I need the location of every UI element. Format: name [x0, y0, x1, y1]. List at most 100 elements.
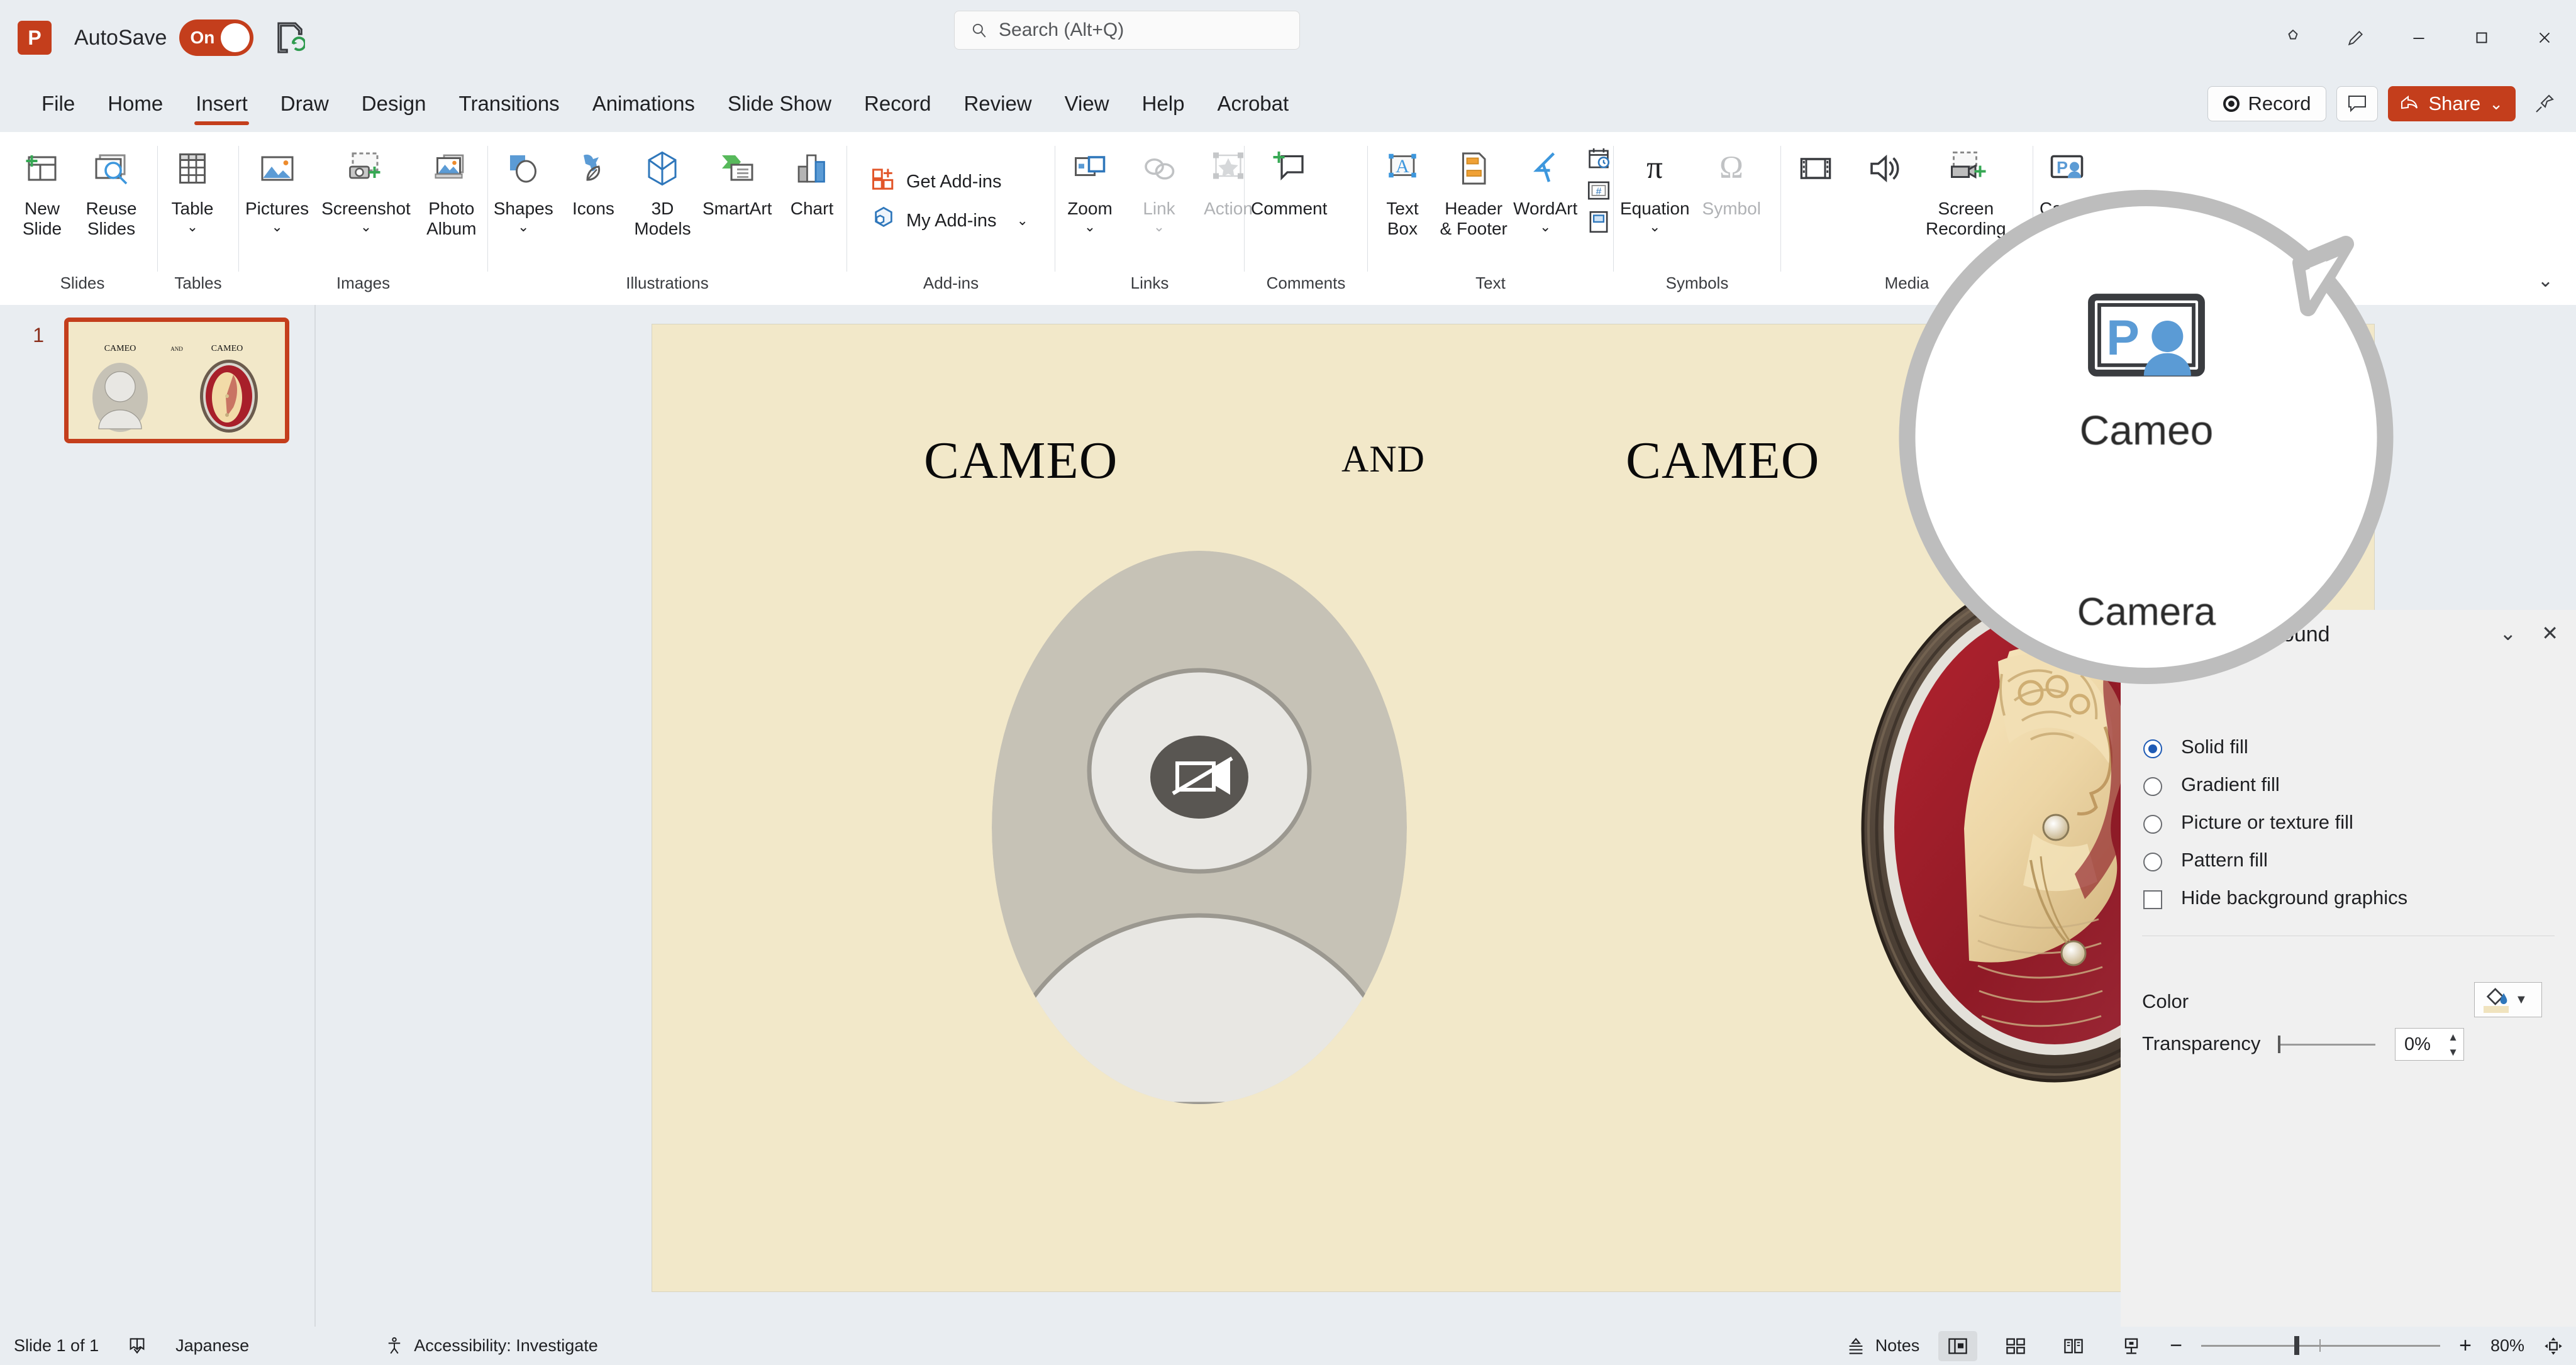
shapes-button[interactable]: Shapes ⌄: [488, 141, 558, 235]
pattern-fill-radio[interactable]: [2143, 853, 2162, 871]
reuse-slides-button[interactable]: Reuse Slides: [77, 141, 146, 239]
pane-options-chevron-icon[interactable]: ⌄: [2499, 621, 2516, 645]
comments-button[interactable]: [2336, 86, 2379, 121]
chart-button[interactable]: Chart: [777, 141, 847, 219]
icons-button[interactable]: Icons: [558, 141, 628, 219]
language-indicator[interactable]: Japanese: [175, 1336, 249, 1356]
chevron-down-icon[interactable]: ⌄: [187, 219, 198, 235]
chevron-down-icon[interactable]: ⌄: [518, 219, 529, 235]
zoom-out-button[interactable]: −: [2170, 1334, 2182, 1358]
wordart-button[interactable]: WordArt ⌄: [1510, 141, 1580, 235]
hide-background-graphics-checkbox[interactable]: [2143, 890, 2162, 909]
ribbon-display-options-icon[interactable]: [2526, 86, 2563, 121]
gradient-fill-radio[interactable]: [2143, 777, 2162, 796]
accessibility-status[interactable]: Accessibility: Investigate: [385, 1336, 598, 1356]
chevron-down-icon[interactable]: ⌄: [1016, 213, 1028, 229]
cameo-placeholder[interactable]: [992, 551, 1407, 1104]
chevron-down-icon[interactable]: ⌄: [1540, 219, 1551, 235]
transparency-slider[interactable]: [2278, 1044, 2375, 1046]
tab-slide-show[interactable]: Slide Show: [711, 75, 848, 132]
object-icon[interactable]: [1584, 207, 1613, 236]
tab-transitions[interactable]: Transitions: [443, 75, 576, 132]
new-slide-button[interactable]: New Slide: [8, 141, 77, 239]
screenshot-button[interactable]: Screenshot ⌄: [315, 141, 417, 235]
my-addins-button[interactable]: My Add-ins ⌄: [863, 201, 1035, 240]
close-button[interactable]: [2513, 0, 2576, 75]
tab-draw[interactable]: Draw: [264, 75, 345, 132]
slide-title-and[interactable]: AND: [1341, 438, 1425, 481]
audio-button[interactable]: [1850, 141, 1919, 196]
fit-slide-icon[interactable]: [2543, 1336, 2563, 1356]
smartart-button[interactable]: SmartArt: [697, 141, 777, 219]
pen-icon[interactable]: [2324, 0, 2387, 75]
autosave-toggle[interactable]: On: [179, 19, 254, 56]
solid-fill-radio[interactable]: [2143, 739, 2162, 758]
tab-review[interactable]: Review: [947, 75, 1048, 132]
collapse-ribbon-icon[interactable]: ⌄: [2538, 270, 2553, 292]
notes-button[interactable]: Notes: [1846, 1336, 1919, 1356]
get-addins-button[interactable]: Get Add-ins: [863, 162, 1008, 201]
chevron-down-icon[interactable]: ⌄: [1649, 219, 1660, 235]
spinner-arrows[interactable]: ▲ ▼: [2448, 1029, 2458, 1061]
tab-animations[interactable]: Animations: [576, 75, 711, 132]
chevron-down-icon[interactable]: ⌄: [271, 219, 282, 235]
screen-recording-button[interactable]: Screen Recording: [1919, 141, 2012, 239]
new-comment-button[interactable]: Comment: [1245, 141, 1333, 219]
slide-number-icon[interactable]: #: [1584, 176, 1613, 205]
zoom-icon: [1067, 141, 1113, 196]
header-footer-button[interactable]: Header & Footer: [1437, 141, 1510, 239]
pictures-button[interactable]: Pictures ⌄: [239, 141, 315, 235]
text-box-button[interactable]: A Text Box: [1368, 141, 1437, 239]
transparency-input[interactable]: 0% ▲ ▼: [2395, 1028, 2464, 1061]
record-button[interactable]: Record: [2207, 86, 2327, 121]
share-caret-icon[interactable]: ⌄: [2489, 94, 2503, 114]
photo-album-button[interactable]: Photo Album: [417, 141, 486, 239]
tab-home[interactable]: Home: [91, 75, 179, 132]
slide-title-cameo-right[interactable]: CAMEO: [1626, 430, 1819, 491]
chevron-down-icon[interactable]: ⌄: [360, 219, 372, 235]
table-button[interactable]: Table ⌄: [158, 141, 227, 235]
save-refresh-icon[interactable]: [276, 21, 307, 54]
slide-show-button[interactable]: [2112, 1331, 2151, 1361]
ribbon-group-text: A Text Box Header & Footer WordArt ⌄ # T…: [1368, 132, 1613, 298]
restore-button[interactable]: [2450, 0, 2513, 75]
zoom-button[interactable]: Zoom ⌄: [1055, 141, 1124, 235]
copilot-icon[interactable]: [2262, 0, 2324, 75]
tab-insert[interactable]: Insert: [179, 75, 264, 132]
video-button[interactable]: [1781, 141, 1850, 196]
date-time-icon[interactable]: [1584, 145, 1613, 174]
zoom-slider-thumb[interactable]: [2294, 1336, 2300, 1355]
spinner-down-icon[interactable]: ▼: [2448, 1046, 2458, 1059]
pane-close-icon[interactable]: ✕: [2541, 621, 2558, 645]
spellcheck-icon[interactable]: [128, 1337, 147, 1356]
tab-help[interactable]: Help: [1126, 75, 1201, 132]
search-input[interactable]: Search (Alt+Q): [954, 11, 1300, 50]
fill-bucket-icon: [2482, 986, 2510, 1013]
tab-record[interactable]: Record: [848, 75, 947, 132]
slide-sorter-view-button[interactable]: [1996, 1331, 2035, 1361]
spinner-up-icon[interactable]: ▲: [2448, 1031, 2458, 1044]
slide-thumbnail-1[interactable]: CAMEO AND CAMEO: [64, 318, 289, 443]
color-dropdown-caret-icon[interactable]: ▼: [2515, 993, 2528, 1007]
reading-view-button[interactable]: [2054, 1331, 2093, 1361]
zoom-in-button[interactable]: +: [2459, 1334, 2472, 1358]
share-button[interactable]: Share ⌄: [2388, 86, 2516, 121]
chevron-down-icon[interactable]: ⌄: [1084, 219, 1096, 235]
tab-design[interactable]: Design: [345, 75, 443, 132]
picture-texture-fill-radio[interactable]: [2143, 815, 2162, 834]
minimize-button[interactable]: [2387, 0, 2450, 75]
transparency-slider-thumb[interactable]: [2278, 1036, 2280, 1053]
tab-acrobat[interactable]: Acrobat: [1201, 75, 1305, 132]
normal-view-button[interactable]: [1938, 1330, 1978, 1361]
equation-button[interactable]: π Equation ⌄: [1614, 141, 1696, 235]
zoom-slider[interactable]: [2201, 1336, 2441, 1355]
slide-thumbnail-pane[interactable]: 1 CAMEO AND CAMEO: [0, 305, 314, 1327]
cameo-button[interactable]: P Cameo: [2033, 141, 2102, 219]
tab-view[interactable]: View: [1048, 75, 1126, 132]
3d-models-button[interactable]: 3D Models: [628, 141, 697, 239]
slide-canvas[interactable]: CAMEO AND CAMEO: [652, 324, 2375, 1292]
tab-file[interactable]: File: [25, 75, 91, 132]
zoom-level[interactable]: 80%: [2490, 1336, 2524, 1356]
slide-title-cameo-left[interactable]: CAMEO: [924, 430, 1118, 491]
background-color-picker[interactable]: ▼: [2474, 982, 2542, 1017]
